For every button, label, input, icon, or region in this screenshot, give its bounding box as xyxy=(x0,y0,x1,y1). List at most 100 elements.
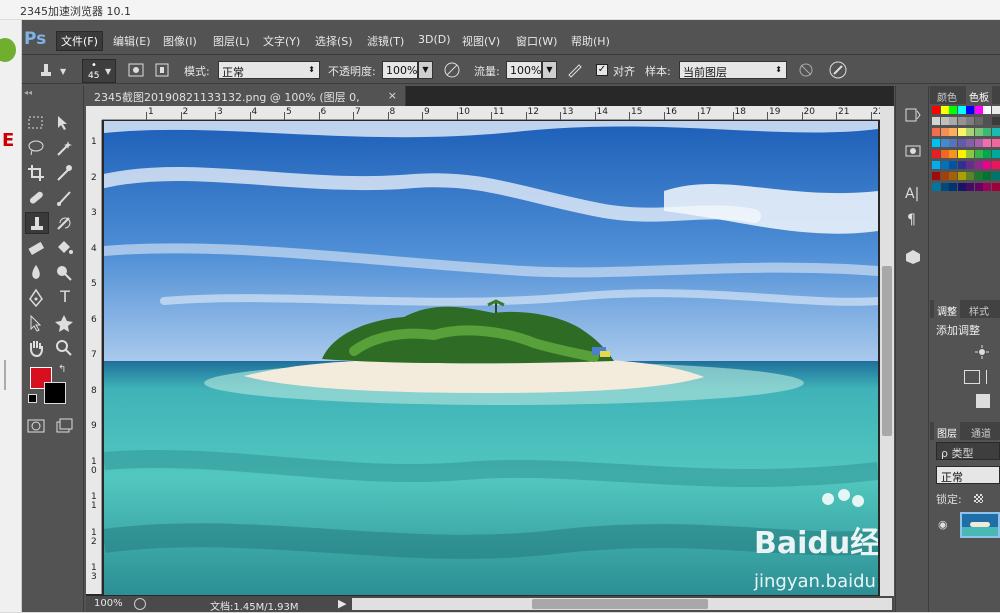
swatch[interactable] xyxy=(940,128,949,136)
swatch[interactable] xyxy=(949,183,957,191)
airbrush-icon[interactable] xyxy=(565,60,585,80)
swatch[interactable] xyxy=(991,172,1000,180)
swatch[interactable] xyxy=(932,139,940,147)
3d-panel-icon[interactable] xyxy=(904,248,922,266)
swatch[interactable] xyxy=(932,106,940,114)
flow-dropdown-icon[interactable]: ▼ xyxy=(542,61,557,79)
pressure-opacity-icon[interactable] xyxy=(442,60,462,80)
clone-stamp-tool-icon[interactable] xyxy=(36,60,56,80)
move-tool-icon[interactable] xyxy=(53,112,77,134)
screen-mode-icon[interactable] xyxy=(53,415,77,437)
tab-color[interactable]: 颜色 xyxy=(934,86,960,104)
image-canvas[interactable]: Baidu经验 jingyan.baidu.com xyxy=(104,121,878,595)
swatch[interactable] xyxy=(957,128,966,136)
swatch[interactable] xyxy=(940,150,949,158)
levels-adjust-icon[interactable] xyxy=(964,370,980,384)
swatch[interactable] xyxy=(966,183,974,191)
document-close-icon[interactable]: × xyxy=(388,89,397,102)
swatch[interactable] xyxy=(974,128,983,136)
pen-tool-icon[interactable] xyxy=(25,287,49,309)
align-checkbox[interactable]: ✓ xyxy=(596,64,608,76)
menu-help[interactable]: 帮助(H) xyxy=(571,33,610,49)
swatch[interactable] xyxy=(940,183,949,191)
layer-thumbnail[interactable] xyxy=(960,512,1000,538)
sidebar-collapse-icon[interactable] xyxy=(4,360,16,390)
swatch[interactable] xyxy=(991,183,1000,191)
swatch[interactable] xyxy=(983,183,991,191)
swatch[interactable] xyxy=(991,139,1000,147)
swatch[interactable] xyxy=(957,150,966,158)
tab-adjustments[interactable]: 调整 xyxy=(934,300,960,318)
swatch[interactable] xyxy=(957,161,966,169)
swatch[interactable] xyxy=(957,117,966,125)
swatch[interactable] xyxy=(966,117,974,125)
horizontal-scrollbar[interactable] xyxy=(352,598,892,610)
character-panel-icon[interactable]: A| xyxy=(905,186,919,202)
hand-tool-icon[interactable] xyxy=(25,337,49,359)
swatch[interactable] xyxy=(974,117,983,125)
swatch[interactable] xyxy=(991,106,1000,114)
type-tool-icon[interactable]: T xyxy=(53,287,77,309)
exposure-adjust-icon[interactable] xyxy=(976,394,990,408)
swatches-grid[interactable] xyxy=(932,106,1000,198)
tab-styles[interactable]: 样式 xyxy=(966,300,992,318)
swatch[interactable] xyxy=(991,150,1000,158)
sample-select[interactable]: 当前图层 ⬍ xyxy=(679,61,787,79)
tab-channels[interactable]: 通道 xyxy=(968,422,994,440)
eyedropper-tool-icon[interactable] xyxy=(53,162,77,184)
swatch[interactable] xyxy=(983,106,991,114)
swatch[interactable] xyxy=(974,172,983,180)
brightness-adjust-icon[interactable] xyxy=(974,344,990,360)
swatch[interactable] xyxy=(966,139,974,147)
swatch[interactable] xyxy=(932,172,940,180)
swatch[interactable] xyxy=(966,161,974,169)
brush-size-picker[interactable]: • 45 ▼ xyxy=(82,59,116,83)
swatch[interactable] xyxy=(966,106,974,114)
brush-panel-icon[interactable] xyxy=(126,60,146,80)
default-colors-icon[interactable] xyxy=(28,394,37,403)
layer-visibility-icon[interactable]: ◉ xyxy=(938,518,948,531)
opacity-dropdown-icon[interactable]: ▼ xyxy=(418,61,433,79)
swatch[interactable] xyxy=(974,139,983,147)
swatch[interactable] xyxy=(940,139,949,147)
paint-bucket-tool-icon[interactable] xyxy=(53,237,77,259)
swatch[interactable] xyxy=(957,183,966,191)
vertical-scrollbar[interactable] xyxy=(880,106,894,596)
swatch[interactable] xyxy=(983,128,991,136)
status-menu-arrow-icon[interactable]: ▶ xyxy=(338,597,346,610)
menu-file[interactable]: 文件(F) xyxy=(56,31,103,51)
browser-logo-icon[interactable] xyxy=(0,38,16,62)
path-selection-tool-icon[interactable] xyxy=(25,312,49,334)
pressure-size-icon[interactable] xyxy=(828,60,848,80)
swatch[interactable] xyxy=(974,150,983,158)
clone-source-icon[interactable] xyxy=(152,60,172,80)
toolbox-collapse-icon[interactable]: ◂◂ xyxy=(24,88,32,97)
dodge-tool-icon[interactable] xyxy=(53,262,77,284)
tab-swatches[interactable]: 色板 xyxy=(966,86,992,104)
swatch[interactable] xyxy=(949,117,957,125)
lock-transparency-icon[interactable] xyxy=(974,494,983,503)
menu-type[interactable]: 文字(Y) xyxy=(263,33,300,49)
mode-select[interactable]: 正常 ⬍ xyxy=(218,61,320,79)
menu-edit[interactable]: 编辑(E) xyxy=(113,33,151,49)
swatch[interactable] xyxy=(991,117,1000,125)
quick-mask-icon[interactable] xyxy=(25,415,49,437)
swatch[interactable] xyxy=(932,161,940,169)
eraser-tool-icon[interactable] xyxy=(25,237,49,259)
history-panel-icon[interactable] xyxy=(904,106,922,124)
crop-tool-icon[interactable] xyxy=(25,162,49,184)
swatch[interactable] xyxy=(957,139,966,147)
blur-tool-icon[interactable] xyxy=(25,262,49,284)
menu-layer[interactable]: 图层(L) xyxy=(213,33,250,49)
document-tab[interactable]: 2345截图20190821133132.png @ 100% (图层 0, R… xyxy=(86,86,406,118)
swatch[interactable] xyxy=(991,128,1000,136)
blend-mode-select[interactable]: 正常 xyxy=(936,466,1000,484)
history-brush-tool-icon[interactable] xyxy=(53,212,77,234)
properties-panel-icon[interactable] xyxy=(904,142,922,160)
swatch[interactable] xyxy=(983,172,991,180)
horizontal-scroll-thumb[interactable] xyxy=(532,599,708,609)
swatch[interactable] xyxy=(932,128,940,136)
swatch[interactable] xyxy=(949,150,957,158)
swatch[interactable] xyxy=(983,139,991,147)
swatch[interactable] xyxy=(974,161,983,169)
